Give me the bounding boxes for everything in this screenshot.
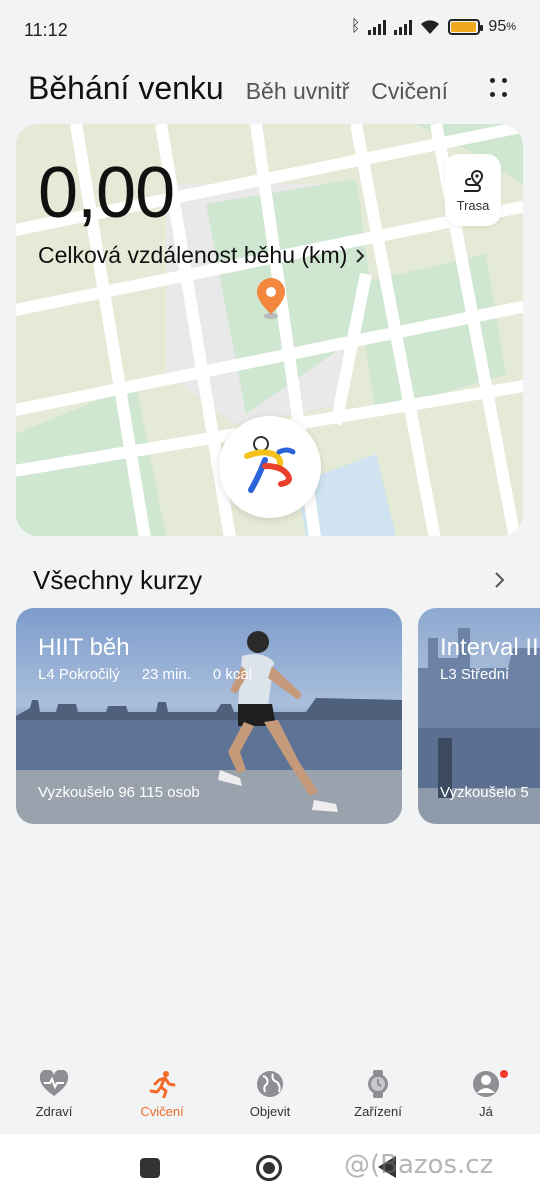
nav-label: Cvičení [140,1104,184,1119]
route-icon [464,169,484,192]
runner-logo-icon [244,436,296,493]
activity-tabs: Běhání venku Běh uvnitř Cvičení [28,70,512,114]
course-tried-count: Vyzkoušelo 5 [440,784,529,801]
course-title: Interval II [440,634,539,661]
course-title: HIIT běh [38,634,130,661]
courses-more-chevron-icon[interactable] [490,570,510,590]
battery-icon [448,19,484,35]
nav-workout[interactable]: Cvičení [108,1062,216,1134]
course-tried-count: Vyzkoušelo 96 115 osob [38,784,200,801]
course-card-interval[interactable]: Interval II L3 Střední Vyzkoušelo 5 [418,608,540,824]
nav-label: Objevit [249,1104,291,1119]
battery-percent: 95 [488,18,507,35]
location-pin-icon [257,278,285,319]
status-bar: 11:12 ᛒ 95% [0,0,540,60]
nav-me[interactable]: Já [432,1062,540,1134]
course-level: L4 Pokročilý [38,666,120,683]
watermark: @(Bazos.cz [344,1150,494,1180]
total-distance-link[interactable]: Celková vzdálenost běhu (km) [38,242,365,269]
nav-discover[interactable]: Objevit [216,1062,324,1134]
notification-dot [500,1070,508,1078]
tab-indoor-run[interactable]: Běh uvnitř [246,78,350,105]
status-icons: ᛒ 95% [351,18,516,36]
courses-title: Všechny kurzy [33,564,203,595]
map-card[interactable]: 0,00 Celková vzdálenost běhu (km) Trasa [16,124,523,536]
profile-icon [473,1071,499,1097]
heart-pulse-icon [39,1070,69,1096]
start-run-button[interactable] [219,416,321,518]
course-level: L3 Střední [440,666,510,683]
wifi-icon [421,20,440,34]
course-meta: L3 Střední [440,666,509,683]
recent-apps-button[interactable] [140,1158,160,1178]
nav-label: Zařízení [354,1104,402,1119]
course-card-hiit[interactable]: HIIT běh L4 Pokročilý 23 min. 0 kcal Vyz… [16,608,402,824]
course-meta: L4 Pokročilý 23 min. 0 kcal [38,666,252,683]
nav-label: Zdraví [35,1104,73,1119]
course-duration: 23 min. [141,666,191,683]
percent-sign: % [506,21,516,33]
courses-header: Všechny kurzy [33,560,510,600]
home-button[interactable] [256,1155,282,1181]
nav-health[interactable]: Zdraví [0,1062,108,1134]
distance-value: 0,00 [38,153,175,233]
route-label: Trasa [456,197,490,213]
running-person-icon [149,1071,176,1098]
distance-label: Celková vzdálenost běhu (km) [38,242,348,268]
signal-icon-2 [394,19,413,35]
watch-icon [368,1070,388,1098]
status-time: 11:12 [24,20,68,40]
signal-icon [368,19,387,35]
globe-icon [257,1071,283,1097]
route-button[interactable]: Trasa [445,154,501,226]
tab-workout[interactable]: Cvičení [371,78,448,105]
chevron-right-icon [356,248,365,263]
more-menu-icon[interactable] [484,74,512,102]
course-calories: 0 kcal [212,666,253,683]
tab-outdoor-run[interactable]: Běhání venku [28,70,224,107]
bluetooth-icon: ᛒ [350,18,361,35]
nav-label: Já [479,1104,493,1119]
nav-devices[interactable]: Zařízení [324,1062,432,1134]
bottom-navigation: Zdraví Cvičení Objevit Zařízení Já [0,1062,540,1134]
